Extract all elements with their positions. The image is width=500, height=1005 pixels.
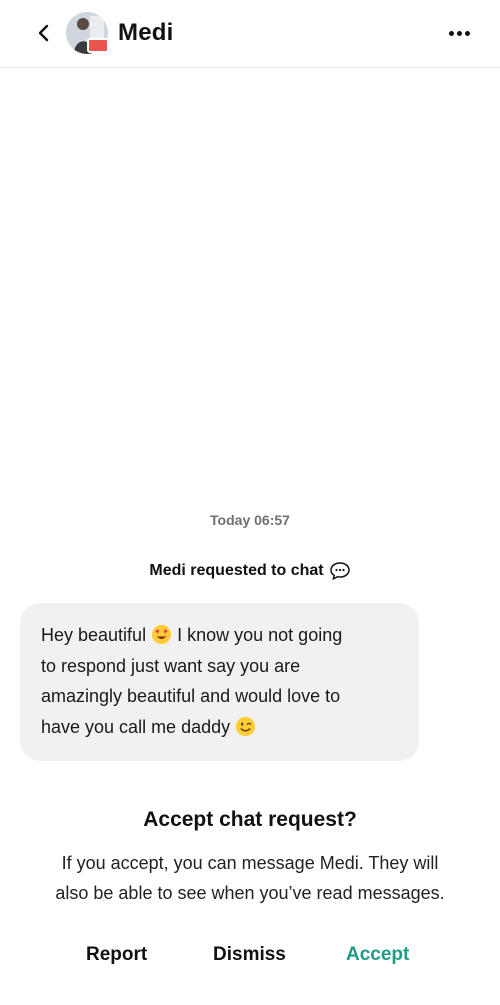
- description-line: also be able to see when you’ve read mes…: [55, 882, 445, 903]
- contact-name: Medi: [118, 19, 174, 46]
- chat-header: Medi: [0, 0, 500, 68]
- heart-eyes-emoji-icon: [152, 624, 172, 645]
- more-options-button[interactable]: [442, 20, 476, 46]
- more-dot-icon: [464, 30, 470, 36]
- message-line: have you call me daddy: [41, 712, 409, 743]
- back-button[interactable]: [30, 18, 58, 48]
- message-text: have you call me daddy: [41, 716, 231, 737]
- chat-request-notice: Medi requested to chat: [0, 561, 500, 581]
- avatar[interactable]: [66, 12, 110, 56]
- wink-emoji-icon: [236, 716, 256, 736]
- more-dot-icon: [448, 30, 454, 36]
- chevron-left-icon: [38, 24, 49, 42]
- avatar-status-badge: [87, 38, 109, 53]
- accept-request-title: Accept chat request?: [143, 808, 357, 831]
- message-line: Hey beautiful I know you not going: [41, 620, 409, 651]
- message-line: amazingly beautiful and would love to: [41, 686, 341, 706]
- chat-request-text: Medi requested to chat: [149, 562, 324, 579]
- message-text: Hey beautiful: [41, 625, 147, 645]
- request-actions: Report Dismiss Accept: [0, 944, 500, 974]
- message-bubble[interactable]: Hey beautiful I know you not going to re…: [20, 603, 419, 761]
- report-button[interactable]: Report: [86, 944, 147, 966]
- dismiss-button[interactable]: Dismiss: [213, 944, 286, 966]
- accept-button[interactable]: Accept: [346, 944, 409, 966]
- message-timestamp: Today 06:57: [210, 512, 290, 528]
- accept-request-description: If you accept, you can message Medi. The…: [0, 849, 500, 908]
- message-text: I know you not going: [177, 625, 343, 645]
- speech-bubble-icon: [329, 562, 350, 580]
- more-dot-icon: [456, 30, 462, 36]
- message-line: to respond just want say you are: [41, 655, 301, 676]
- description-line: If you accept, you can message Medi. The…: [61, 853, 439, 873]
